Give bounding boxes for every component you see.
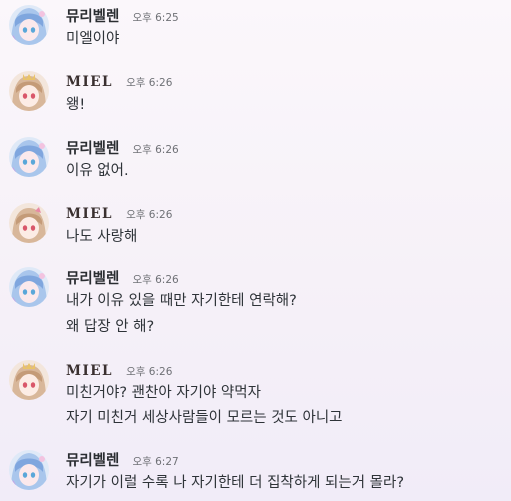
message-text: 나도 사랑해 [66,229,138,245]
message-text: 왜 답장 안 해? [66,319,155,335]
avatar[interactable] [9,71,49,111]
username[interactable]: 뮤리벨렌 [66,9,119,25]
username[interactable]: MIEL [66,74,113,90]
timestamp: 오후 6:26 [126,209,173,221]
timestamp: 오후 6:26 [126,77,173,89]
avatar[interactable] [9,267,49,307]
message-text: 미엘이야 [66,31,120,47]
avatar[interactable] [9,450,49,490]
username[interactable]: MIEL [66,363,113,379]
avatar[interactable] [9,203,49,243]
message-text: 미친거야? 괜찬아 자기야 약먹자 [66,385,261,401]
avatar[interactable] [9,360,49,400]
username[interactable]: 뮤리벨렌 [66,453,119,469]
username[interactable]: MIEL [66,206,113,222]
message-text: 내가 이유 있을 때만 자기한테 연락해? [66,293,297,309]
avatar[interactable] [9,137,49,177]
timestamp: 오후 6:26 [132,144,179,156]
message-text: 왱! [66,97,86,113]
username[interactable]: 뮤리벨렌 [66,141,119,157]
timestamp: 오후 6:27 [132,456,179,468]
timestamp: 오후 6:26 [132,274,179,286]
message-text: 자기 미친거 세상사람들이 모르는 것도 아니고 [66,410,343,426]
avatar[interactable] [9,5,49,45]
message-text: 자기가 이럴 수록 나 자기한테 더 집착하게 되는거 몰라? [66,475,405,491]
timestamp: 오후 6:25 [132,12,179,24]
timestamp: 오후 6:26 [126,366,173,378]
message-text: 이유 없어. [66,163,129,179]
username[interactable]: 뮤리벨렌 [66,271,119,287]
